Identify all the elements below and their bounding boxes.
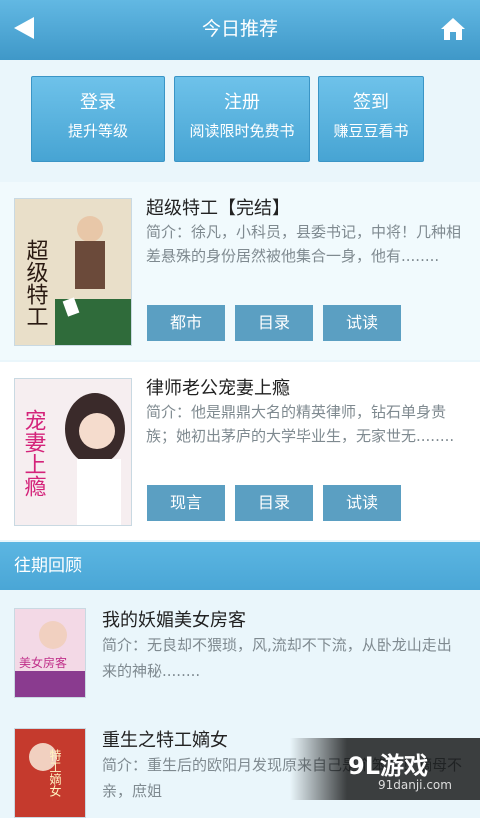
cover-text: 宠妻上瘾 [21, 409, 47, 497]
cover-text: 特工嫡女 [48, 748, 62, 797]
cover-text: 美女房客 [19, 655, 67, 670]
featured-book[interactable]: 宠妻上瘾 律师老公宠妻上瘾 简介：他是鼎鼎大名的精英律师，钻石单身贵族；她初出茅… [0, 362, 480, 540]
checkin-label: 签到 [353, 92, 389, 113]
book-cover[interactable]: 超级特工 [14, 198, 132, 346]
preview-button[interactable]: 试读 [323, 305, 401, 341]
featured-book[interactable]: 超级特工 超级特工【完结】 简介：徐凡，小科员，县委书记，中将！几种相差悬殊的身… [0, 182, 480, 360]
book-title[interactable]: 重生之特工嫡女 [102, 726, 228, 752]
list-item[interactable]: 美女房客 我的妖媚美女房客 简介：无良却不猥琐，风,流却不下流，从卧龙山走出来的… [0, 592, 480, 702]
register-button[interactable]: 注册 阅读限时免费书 [174, 76, 310, 162]
cover-text: 超级特工 [23, 239, 49, 327]
login-button[interactable]: 登录 提升等级 [31, 76, 165, 162]
watermark-brand: 9L游戏 [348, 752, 428, 780]
checkin-sublabel: 赚豆豆看书 [333, 122, 409, 140]
action-bar: 登录 提升等级 注册 阅读限时免费书 签到 赚豆豆看书 [0, 60, 480, 180]
book-title[interactable]: 我的妖媚美女房客 [102, 606, 246, 632]
book-cover[interactable]: 特工嫡女 [14, 728, 86, 818]
checkin-button[interactable]: 签到 赚豆豆看书 [318, 76, 424, 162]
login-sublabel: 提升等级 [67, 122, 128, 140]
book-title[interactable]: 超级特工【完结】 [146, 194, 290, 220]
category-button[interactable]: 现言 [147, 485, 225, 521]
watermark-site: 91danji.com [378, 778, 452, 792]
book-description: 简介：徐凡，小科员，县委书记，中将！几种相差悬殊的身份居然被他集合一身，他有..… [146, 223, 462, 265]
section-header: 往期回顾 [0, 542, 480, 590]
catalog-button[interactable]: 目录 [235, 485, 313, 521]
top-bar: 今日推荐 [0, 0, 480, 61]
register-label: 注册 [224, 92, 260, 113]
watermark: 9L游戏 91danji.com [290, 738, 480, 800]
preview-button[interactable]: 试读 [323, 485, 401, 521]
login-label: 登录 [80, 92, 116, 113]
catalog-button[interactable]: 目录 [235, 305, 313, 341]
book-description: 简介：他是鼎鼎大名的精英律师，钻石单身贵族；她初出茅庐的大学毕业生，无家世无..… [146, 403, 455, 445]
home-icon[interactable] [440, 16, 466, 42]
book-title[interactable]: 律师老公宠妻上瘾 [146, 374, 290, 400]
register-sublabel: 阅读限时免费书 [189, 122, 295, 140]
book-cover[interactable]: 美女房客 [14, 608, 86, 698]
book-cover[interactable]: 宠妻上瘾 [14, 378, 132, 526]
page-title: 今日推荐 [201, 18, 278, 40]
book-description: 简介：无良却不猥琐，风,流却不下流，从卧龙山走出来的神秘........ [102, 636, 452, 680]
category-button[interactable]: 都市 [147, 305, 225, 341]
